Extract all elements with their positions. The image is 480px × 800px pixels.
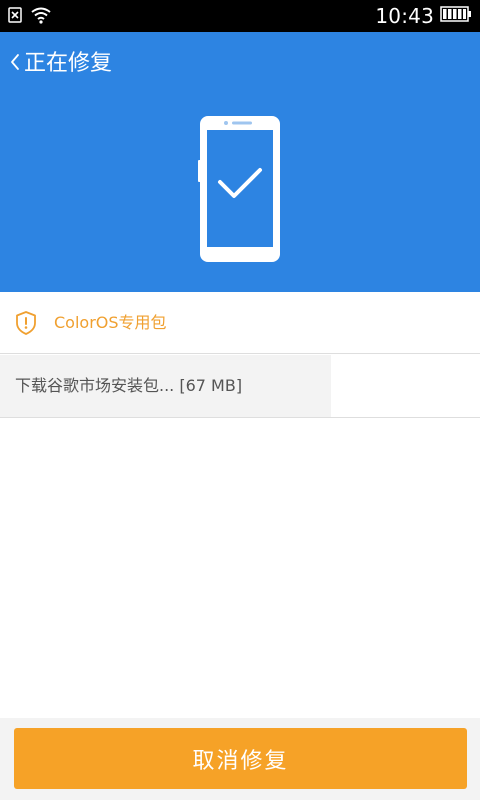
back-button[interactable]: 正在修复	[2, 46, 118, 82]
download-row: 下载谷歌市场安装包... [67 MB]	[0, 355, 480, 418]
status-right: 10:43	[375, 4, 472, 28]
page-title: 正在修复	[24, 51, 113, 76]
package-label: ColorOS专用包	[54, 313, 167, 332]
close-box-icon	[8, 7, 22, 27]
shield-alert-icon	[14, 310, 38, 340]
status-left	[8, 6, 52, 28]
download-status: 下载谷歌市场安装包... [67 MB]	[15, 376, 243, 395]
phone-check-icon	[196, 114, 284, 268]
status-time: 10:43	[375, 4, 434, 28]
header: 正在修复	[0, 32, 480, 292]
status-bar: 10:43	[0, 0, 480, 32]
bottom-bar: 取消修复	[0, 718, 480, 800]
chevron-left-icon	[8, 52, 20, 76]
battery-icon	[440, 6, 472, 26]
package-row: ColorOS专用包	[0, 292, 480, 354]
cancel-repair-button[interactable]: 取消修复	[14, 728, 467, 789]
wifi-icon	[30, 6, 52, 28]
